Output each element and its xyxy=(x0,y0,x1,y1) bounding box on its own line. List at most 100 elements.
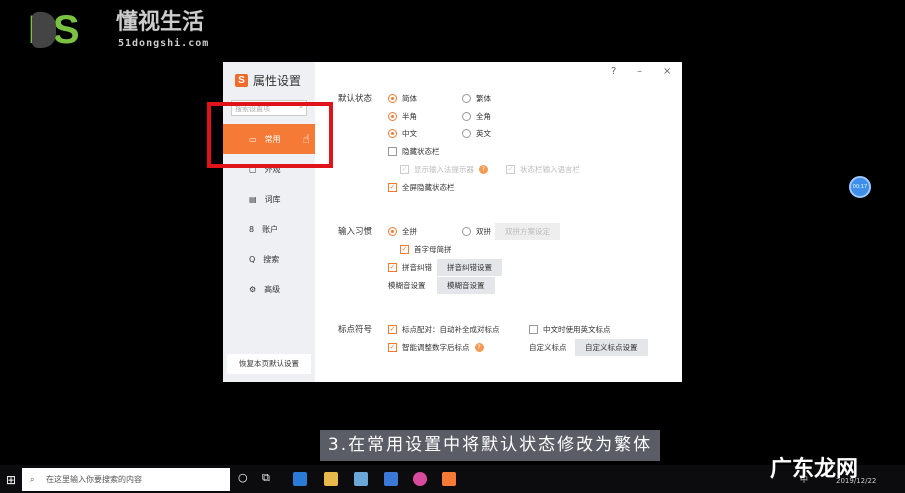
opt-label: 繁体 xyxy=(476,94,491,103)
checkbox-bar-lang[interactable]: ✓ 状态栏输入语言栏 xyxy=(506,164,580,175)
opt-label: 双拼 xyxy=(476,227,491,236)
custom-punct-button[interactable]: 自定义标点设置 xyxy=(575,339,648,356)
radio-dot xyxy=(388,227,397,236)
opt-label: 英文 xyxy=(476,129,491,138)
restore-defaults-button[interactable]: 恢复本页默认设置 xyxy=(227,354,311,374)
windows-start-icon[interactable]: ⊞ xyxy=(6,473,16,487)
opt-label: 智能调整数字后标点 xyxy=(402,343,470,352)
checkbox-box: ✓ xyxy=(388,343,397,352)
dialog-title: S 属性设置 xyxy=(235,72,301,89)
opt-label: 隐藏状态栏 xyxy=(402,147,440,156)
close-button[interactable]: × xyxy=(663,66,671,77)
checkbox-english-punct[interactable]: 中文时使用英文标点 xyxy=(529,324,611,335)
help-icon: ? xyxy=(474,343,484,352)
checkbox-correction[interactable]: ✓ 拼音纠错 xyxy=(388,262,432,273)
radio-shuangpin[interactable]: 双拼 xyxy=(462,226,491,237)
checkbox-box: ✓ xyxy=(400,245,409,254)
checkbox-box: ✓ xyxy=(506,165,515,174)
nav-label: 高级 xyxy=(264,284,281,294)
help-button[interactable]: ? xyxy=(611,66,616,77)
radio-simplified[interactable]: 简体 xyxy=(388,93,417,104)
radio-dot xyxy=(462,129,471,138)
search-icon: Q xyxy=(249,254,256,264)
photos-icon[interactable] xyxy=(413,472,427,486)
nav-label: 搜索 xyxy=(263,254,280,264)
help-icon: ? xyxy=(479,165,488,174)
floating-timer-bubble[interactable]: 00:17 xyxy=(849,176,871,198)
checkbox-show-tip[interactable]: ✓ 显示输入法提示器? xyxy=(400,164,488,175)
radio-dot xyxy=(388,112,397,121)
checkbox-box: ✓ xyxy=(400,165,409,174)
opt-label: 标点配对：自动补全成对标点 xyxy=(402,325,500,334)
custom-punct-label: 自定义标点 xyxy=(529,343,567,352)
fuzzy-label: 模糊音设置 xyxy=(388,281,426,290)
correction-settings-button[interactable]: 拼音纠错设置 xyxy=(437,259,502,276)
opt-label: 拼音纠错 xyxy=(402,263,432,272)
opt-label: 中文 xyxy=(402,129,417,138)
nav-dictionary[interactable]: ▤ 词库 xyxy=(223,184,315,214)
checkbox-box xyxy=(529,325,538,334)
notepad-icon[interactable] xyxy=(354,472,368,486)
opt-label: 简体 xyxy=(402,94,417,103)
radio-half-width[interactable]: 半角 xyxy=(388,111,417,122)
file-explorer-icon[interactable] xyxy=(324,472,338,486)
sogou-icon[interactable] xyxy=(442,472,456,486)
opt-label: 中文时使用英文标点 xyxy=(543,325,611,334)
checkbox-box: ✓ xyxy=(388,325,397,334)
radio-traditional[interactable]: 繁体 xyxy=(462,93,491,104)
radio-dot xyxy=(462,227,471,236)
input-habit-label: 输入习惯 xyxy=(338,227,373,237)
checkbox-box: ✓ xyxy=(388,263,397,272)
opt-label: 半角 xyxy=(402,112,417,121)
book-icon: ▤ xyxy=(249,194,257,204)
opt-label: 状态栏输入语言栏 xyxy=(520,165,580,174)
radio-quanpin[interactable]: 全拼 xyxy=(388,226,417,237)
opt-label: 显示输入法提示器 xyxy=(414,165,474,174)
checkbox-punct-pair[interactable]: ✓ 标点配对：自动补全成对标点 xyxy=(388,324,500,335)
minimize-button[interactable]: – xyxy=(637,66,642,77)
subtitle-caption: 3.在常用设置中将默认状态修改为繁体 xyxy=(320,430,660,461)
site-logo: DS 懂视生活 51dongshi.com xyxy=(28,8,228,52)
opt-label: 全角 xyxy=(476,112,491,121)
play-icon xyxy=(32,12,56,48)
radio-dot xyxy=(462,94,471,103)
radio-chinese[interactable]: 中文 xyxy=(388,128,417,139)
nav-search[interactable]: Q 搜索 xyxy=(223,244,315,274)
opt-label: 首字母简拼 xyxy=(414,245,452,254)
checkbox-box xyxy=(388,147,397,156)
opt-label: 全拼 xyxy=(402,227,417,236)
word-icon[interactable] xyxy=(384,472,398,486)
logo-name: 懂视生活 xyxy=(116,10,205,35)
checkbox-fullscreen-hide[interactable]: ✓ 全屏隐藏状态栏 xyxy=(388,182,455,193)
checkbox-hide-bar[interactable]: 隐藏状态栏 xyxy=(388,146,440,157)
logo-url: 51dongshi.com xyxy=(118,38,210,49)
nav-label: 词库 xyxy=(264,194,281,204)
nav-account[interactable]: 8 账户 xyxy=(223,214,315,244)
title-text: 属性设置 xyxy=(253,74,302,88)
opt-label: 全屏隐藏状态栏 xyxy=(402,183,455,192)
fuzzy-settings-button[interactable]: 模糊音设置 xyxy=(437,277,495,294)
checkbox-smart-punct[interactable]: ✓ 智能调整数字后标点? xyxy=(388,342,484,353)
taskbar-search-input[interactable]: ⌕ 在这里输入你要搜索的内容 xyxy=(22,468,230,491)
sogou-logo-icon: S xyxy=(235,74,248,87)
nav-advanced[interactable]: ⚙ 高级 xyxy=(223,274,315,304)
task-view-icon[interactable]: ⧉ xyxy=(262,471,270,485)
default-state-label: 默认状态 xyxy=(338,94,373,104)
radio-english[interactable]: 英文 xyxy=(462,128,491,139)
taskbar-date[interactable]: 2019/12/22 xyxy=(836,477,876,485)
highlight-box xyxy=(207,102,333,168)
nav-label: 账户 xyxy=(262,224,279,234)
browser-icon[interactable] xyxy=(293,472,307,486)
radio-full-width[interactable]: 全角 xyxy=(462,111,491,122)
search-placeholder: 在这里输入你要搜索的内容 xyxy=(46,475,142,484)
shuangpin-settings-button[interactable]: 双拼方案设定 xyxy=(495,223,560,240)
radio-dot xyxy=(388,129,397,138)
punctuation-label: 标点符号 xyxy=(338,325,373,335)
cortana-icon[interactable]: ○ xyxy=(238,471,248,484)
user-icon: 8 xyxy=(249,224,255,234)
radio-dot xyxy=(388,94,397,103)
checkbox-initials[interactable]: ✓ 首字母简拼 xyxy=(400,244,452,255)
gear-icon: ⚙ xyxy=(249,284,257,294)
search-icon: ⌕ xyxy=(30,475,35,484)
radio-dot xyxy=(462,112,471,121)
